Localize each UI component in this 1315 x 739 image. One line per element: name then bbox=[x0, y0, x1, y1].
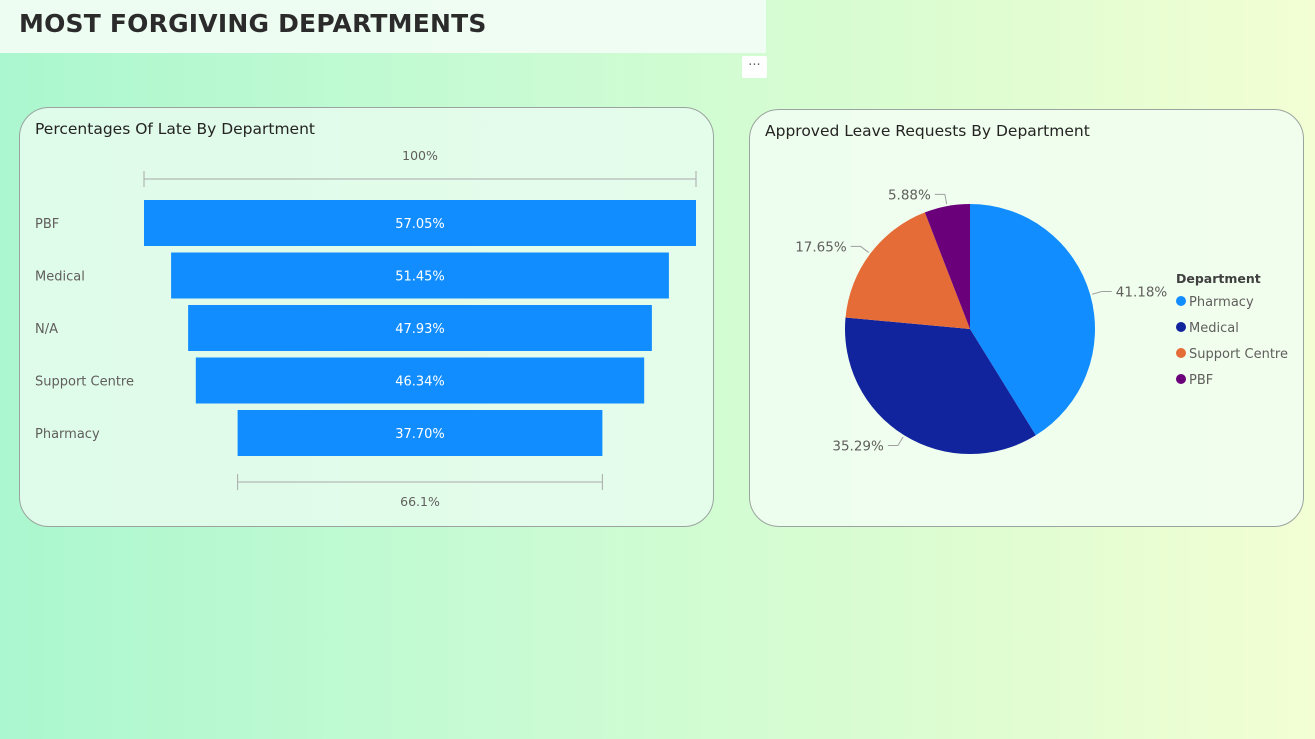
pie-chart: 41.18% 35.29% 17.65% 5.88% Department Pharmac… bbox=[795, 187, 1288, 454]
pie-data-label-medical: 35.29% bbox=[832, 438, 884, 454]
pie-leader-line-medical bbox=[887, 436, 904, 446]
pie-data-label-pharmacy: 41.18% bbox=[1116, 285, 1168, 301]
pie-data-label-pbf: 5.88% bbox=[888, 187, 931, 203]
pie-legend-title: Department bbox=[1176, 271, 1261, 286]
legend-marker-pbf bbox=[1176, 374, 1186, 384]
funnel-category-label-medical: Medical bbox=[35, 270, 85, 285]
legend-marker-pharmacy bbox=[1176, 296, 1186, 306]
funnel-data-label-pharmacy: 37.70% bbox=[395, 427, 445, 442]
funnel-data-label-support-centre: 46.34% bbox=[395, 375, 445, 390]
more-options-button[interactable]: ··· bbox=[742, 56, 767, 78]
funnel-bottom-conversion-label: 66.1% bbox=[400, 494, 440, 509]
pie-chart-card: Approved Leave Requests By Department 41… bbox=[749, 109, 1304, 527]
legend-marker-support-centre bbox=[1176, 348, 1186, 358]
funnel-chart: 100% 57.05% PBF 51.45% Medical 47.93% N/A 46.34… bbox=[35, 148, 697, 509]
pie-data-label-support-centre: 17.65% bbox=[795, 239, 847, 255]
funnel-data-label-medical: 51.45% bbox=[395, 270, 445, 285]
pie-leader-line-pbf bbox=[934, 193, 948, 205]
legend-item-pbf: PBF bbox=[1189, 373, 1213, 388]
legend-marker-medical bbox=[1176, 322, 1186, 332]
funnel-category-label-pbf: PBF bbox=[35, 217, 59, 232]
legend-item-pharmacy: Pharmacy bbox=[1189, 295, 1254, 310]
legend-item-support-centre: Support Centre bbox=[1189, 347, 1288, 362]
funnel-chart-card: Percentages Of Late By Department 100% 57… bbox=[19, 107, 714, 527]
title-bar: MOST FORGIVING DEPARTMENTS bbox=[0, 0, 766, 53]
funnel-data-label-n-a: 47.93% bbox=[395, 322, 445, 337]
pie-leader-line-support-centre bbox=[850, 245, 869, 253]
funnel-category-label-n-a: N/A bbox=[35, 322, 58, 337]
funnel-category-label-support-centre: Support Centre bbox=[35, 375, 134, 390]
pie-leader-line-pharmacy bbox=[1092, 291, 1112, 295]
funnel-category-label-pharmacy: Pharmacy bbox=[35, 427, 100, 442]
funnel-top-conversion-label: 100% bbox=[402, 148, 438, 163]
page-title: MOST FORGIVING DEPARTMENTS bbox=[19, 9, 487, 38]
legend-item-medical: Medical bbox=[1189, 321, 1239, 336]
funnel-data-label-pbf: 57.05% bbox=[395, 217, 445, 232]
